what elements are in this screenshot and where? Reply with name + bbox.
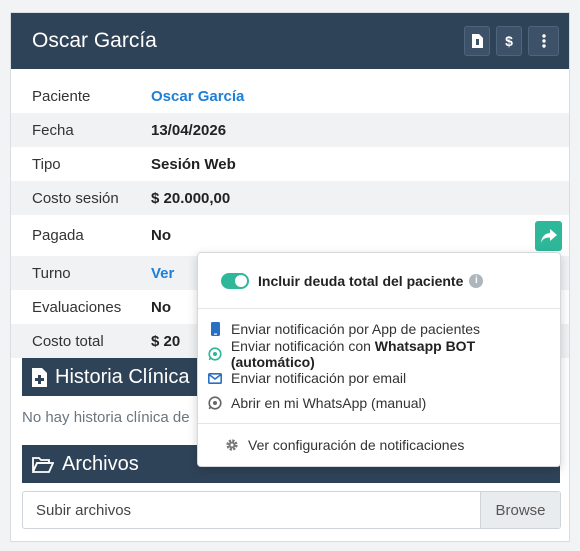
table-row: Paciente Oscar García	[11, 79, 569, 113]
share-icon	[540, 229, 557, 243]
share-notification-button[interactable]	[535, 221, 562, 251]
notification-dropdown: Incluir deuda total del paciente i Envia…	[197, 252, 561, 467]
info-icon[interactable]: i	[469, 273, 484, 288]
table-row: Pagada No	[11, 215, 569, 256]
patient-link[interactable]: Oscar García	[151, 79, 569, 113]
file-invoice-icon	[471, 34, 483, 48]
row-value: 13/04/2026	[151, 113, 569, 147]
row-label: Costo total	[11, 324, 151, 358]
item-label: Ver configuración de notificaciones	[248, 437, 465, 453]
mobile-icon	[206, 322, 224, 337]
item-label: Enviar notificación con Whatsapp BOT (au…	[230, 337, 476, 370]
dollar-icon: $	[505, 33, 513, 49]
toggle-label: Incluir deuda total del paciente	[258, 272, 464, 289]
notification-settings-item[interactable]: Ver configuración de notificaciones	[198, 424, 560, 466]
row-label: Costo sesión	[11, 181, 151, 215]
section-title: Historia Clínica	[55, 365, 190, 388]
row-label: Evaluaciones	[32, 298, 122, 316]
row-label: Pagada	[32, 227, 84, 244]
whatsapp-icon	[206, 396, 224, 410]
row-value: Sesión Web	[151, 155, 236, 173]
row-label: Turno	[11, 256, 151, 290]
notification-options: Enviar notificación por App de pacientes…	[198, 309, 560, 424]
gear-icon	[225, 438, 239, 452]
open-whatsapp-manual-item[interactable]: Abrir en mi WhatsApp (manual)	[198, 391, 560, 416]
table-row: Costo sesión $ 20.000,00	[11, 181, 569, 215]
include-debt-row: Incluir deuda total del paciente i	[198, 253, 560, 309]
payment-button[interactable]: $	[496, 26, 522, 56]
table-row: Tipo Sesión Web	[11, 147, 569, 181]
browse-button[interactable]: Browse	[480, 492, 560, 528]
upload-placeholder: Subir archivos	[36, 501, 132, 519]
more-options-button[interactable]	[528, 26, 559, 56]
item-label: Enviar notificación por email	[231, 370, 407, 387]
folder-open-icon	[32, 456, 54, 473]
card-header: Oscar García $	[11, 13, 569, 69]
file-medical-icon	[32, 367, 47, 387]
ellipsis-vertical-icon	[541, 34, 546, 48]
include-debt-toggle[interactable]	[221, 272, 249, 289]
table-row: Fecha 13/04/2026	[11, 113, 569, 147]
item-label: Abrir en mi WhatsApp (manual)	[231, 394, 427, 411]
row-label: Paciente	[32, 87, 91, 105]
page-title: Oscar García	[32, 29, 157, 52]
item-label: Enviar notificación por App de pacientes	[231, 321, 481, 338]
row-label: Fecha	[11, 113, 151, 147]
invoice-button[interactable]	[464, 26, 490, 56]
whatsapp-icon	[206, 347, 224, 361]
row-value: No	[151, 227, 171, 244]
row-label: Tipo	[32, 155, 61, 173]
envelope-icon	[206, 372, 224, 384]
notify-whatsapp-bot-item[interactable]: Enviar notificación con Whatsapp BOT (au…	[198, 338, 560, 370]
row-value: $ 20.000,00	[151, 181, 569, 215]
empty-history-text: No hay historia clínica de	[22, 409, 190, 426]
section-title: Archivos	[62, 452, 139, 475]
file-upload-input[interactable]: Subir archivos Browse	[22, 491, 561, 529]
